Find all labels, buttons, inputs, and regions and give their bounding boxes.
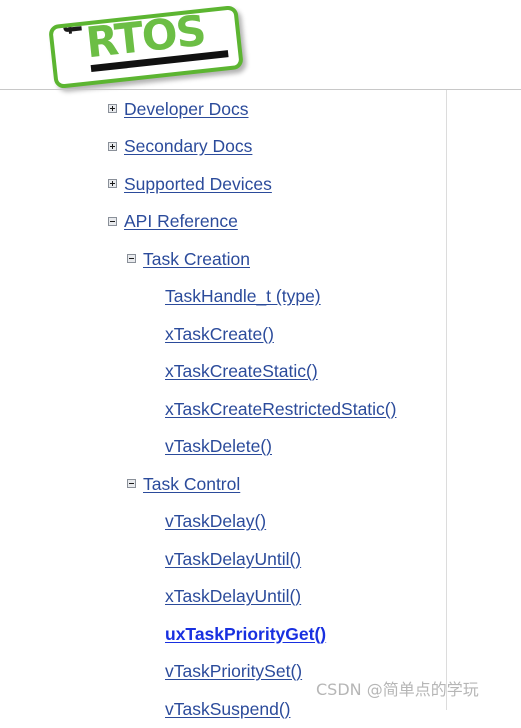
tree-item[interactable]: vTaskDelay() <box>0 503 446 541</box>
tree-item[interactable]: uxTaskPriorityGet() <box>0 615 446 653</box>
tree-item[interactable]: Task Creation <box>0 240 446 278</box>
documentation-tree: Developer Docs Secondary Docs Supported De… <box>0 90 446 728</box>
logo-inner: free RTOS <box>53 5 240 84</box>
tree-item-link[interactable]: vTaskPrioritySet() <box>165 661 302 681</box>
tree-item-link[interactable]: vTaskDelay() <box>165 511 266 531</box>
tree-item-link[interactable]: Secondary Docs <box>124 136 252 156</box>
tree-item-link[interactable]: TaskHandle_t (type) <box>165 286 321 306</box>
tree-item[interactable]: vTaskDelayUntil() <box>0 540 446 578</box>
tree-item[interactable]: xTaskDelayUntil() <box>0 578 446 616</box>
tree-item[interactable]: API Reference <box>0 203 446 241</box>
tree-item[interactable]: Task Control <box>0 465 446 503</box>
expand-icon[interactable] <box>108 141 117 151</box>
collapse-icon[interactable] <box>127 479 136 489</box>
tree-item-link[interactable]: Developer Docs <box>124 99 249 119</box>
tree-item-link[interactable]: xTaskCreateStatic() <box>165 361 318 381</box>
tree-item[interactable]: vTaskSuspend() <box>0 690 446 728</box>
tree-item-link[interactable]: vTaskSuspend() <box>165 699 290 719</box>
collapse-icon[interactable] <box>127 254 136 264</box>
tree-item[interactable]: TaskHandle_t (type) <box>0 278 446 316</box>
tree-item-link[interactable]: xTaskDelayUntil() <box>165 586 301 606</box>
logo-plate: free RTOS <box>48 4 244 90</box>
tree-item[interactable]: xTaskCreate() <box>0 315 446 353</box>
site-header: free RTOS <box>0 0 521 90</box>
logo-free-text: free <box>54 4 89 36</box>
tree-item[interactable]: vTaskDelete() <box>0 428 446 466</box>
tree-item[interactable]: Supported Devices <box>0 165 446 203</box>
expand-icon[interactable] <box>108 104 117 114</box>
tree-item-link[interactable]: vTaskDelete() <box>165 436 272 456</box>
tree-item-link[interactable]: API Reference <box>124 211 238 231</box>
tree-item[interactable]: Secondary Docs <box>0 128 446 166</box>
tree-item-link[interactable]: xTaskCreateRestrictedStatic() <box>165 399 396 419</box>
tree-item-link[interactable]: xTaskCreate() <box>165 324 274 344</box>
tree-item-link[interactable]: Task Control <box>143 474 240 494</box>
tree-item[interactable]: xTaskCreateRestrictedStatic() <box>0 390 446 428</box>
tree-item-link[interactable]: Supported Devices <box>124 174 272 194</box>
tree-item[interactable]: xTaskCreateStatic() <box>0 353 446 391</box>
collapse-icon[interactable] <box>108 216 117 226</box>
freertos-logo[interactable]: free RTOS <box>47 4 244 90</box>
tree-item[interactable]: vTaskPrioritySet() <box>0 653 446 691</box>
tree-item-link[interactable]: uxTaskPriorityGet() <box>165 624 326 644</box>
tree-item-link[interactable]: Task Creation <box>143 249 250 269</box>
tree-item[interactable]: Developer Docs <box>0 90 446 128</box>
sidebar-content-divider <box>446 90 447 710</box>
expand-icon[interactable] <box>108 179 117 189</box>
tree-item-link[interactable]: vTaskDelayUntil() <box>165 549 301 569</box>
